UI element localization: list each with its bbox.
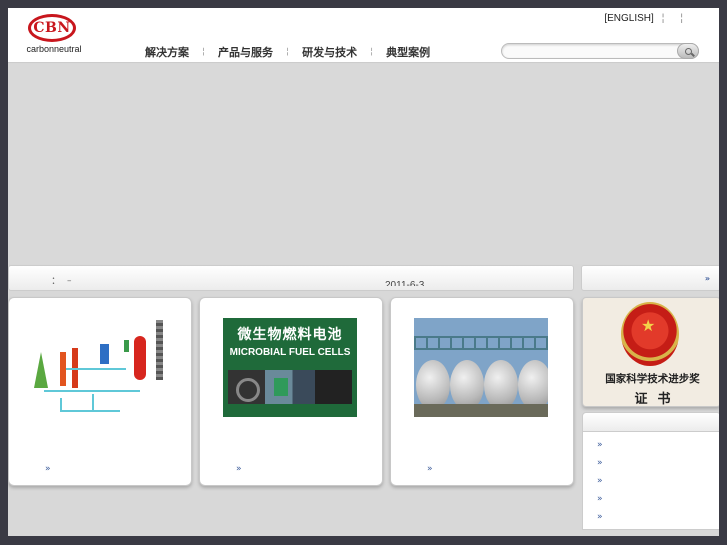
list-item-marker[interactable]: » xyxy=(597,512,603,522)
top-links: [ENGLISH] ¦ ¦ xyxy=(604,13,691,24)
list-item-marker[interactable]: » xyxy=(597,494,603,504)
diagram-pipe xyxy=(92,394,94,410)
side-list: » » » » » xyxy=(582,432,719,530)
tank-railing xyxy=(414,336,548,350)
storage-tank xyxy=(518,360,548,410)
feature-card-1[interactable]: » xyxy=(8,297,192,486)
more-link-2[interactable]: » xyxy=(236,464,242,474)
logo-text: CBN xyxy=(33,20,71,36)
news-date: 2011-6-3 xyxy=(385,280,425,286)
tree-icon xyxy=(34,352,48,388)
top-link-separator: ¦ xyxy=(661,13,665,24)
image-photo-strip xyxy=(228,370,352,404)
diagram-unit xyxy=(100,344,109,364)
nav-item-products-services[interactable]: 产品与服务 xyxy=(205,44,286,60)
search-icon xyxy=(684,47,692,55)
certificate-subtitle: 证书 xyxy=(634,392,681,407)
certificate-title: 国家科学技术进步奖 xyxy=(605,373,700,385)
microbial-fuel-cells-image[interactable]: 微生物燃料电池 MICROBIAL FUEL CELLS xyxy=(223,318,357,417)
feature-card-3[interactable]: » xyxy=(390,297,574,486)
english-link[interactable]: [ENGLISH] xyxy=(604,13,653,24)
process-flow-diagram-image[interactable] xyxy=(32,318,166,417)
diagram-unit xyxy=(124,340,129,352)
more-link-3[interactable]: » xyxy=(427,464,433,474)
side-panel-header: » xyxy=(581,265,719,291)
tank-ground xyxy=(414,404,548,417)
news-item-marker: – xyxy=(67,276,72,286)
image-title-en: MICROBIAL FUEL CELLS xyxy=(229,347,351,358)
feature-card-2[interactable]: 微生物燃料电池 MICROBIAL FUEL CELLS » xyxy=(199,297,383,486)
list-item-marker[interactable]: » xyxy=(597,476,603,486)
news-bar: ： – 2011-6-3 xyxy=(8,265,574,291)
diagram-tank xyxy=(134,336,146,380)
diagram-pipe xyxy=(60,398,62,410)
diagram-pipe xyxy=(44,390,140,392)
side-list-header xyxy=(582,412,719,432)
search-input[interactable] xyxy=(508,49,678,64)
search-box xyxy=(501,43,699,64)
logo[interactable]: CBN carbonneutral xyxy=(24,14,82,54)
double-chevron-icon[interactable]: » xyxy=(705,274,710,283)
top-link-separator: ¦ xyxy=(680,13,683,24)
news-label-colon: ： xyxy=(51,276,61,287)
diagram-pipe xyxy=(60,410,120,412)
list-item-marker[interactable]: » xyxy=(597,458,603,468)
main-nav: 解决方案 ¦ 产品与服务 ¦ 研发与技术 ¦ 典型案例 xyxy=(132,44,443,60)
national-emblem-icon xyxy=(621,302,679,366)
diagram-chimney xyxy=(156,320,163,380)
logo-subtext: carbonneutral xyxy=(26,44,82,54)
storage-tanks-image[interactable] xyxy=(414,318,548,417)
storage-tank xyxy=(416,360,450,410)
more-link-1[interactable]: » xyxy=(45,464,51,474)
search-button[interactable] xyxy=(677,43,699,59)
site-header: CBN carbonneutral [ENGLISH] ¦ ¦ 解决方案 ¦ 产… xyxy=(8,8,719,64)
banner-area xyxy=(8,64,719,264)
nav-item-rnd-technology[interactable]: 研发与技术 xyxy=(289,44,370,60)
nav-item-solutions[interactable]: 解决方案 xyxy=(132,44,202,60)
page: CBN carbonneutral [ENGLISH] ¦ ¦ 解决方案 ¦ 产… xyxy=(8,8,719,536)
storage-tank xyxy=(450,360,484,410)
storage-tank xyxy=(484,360,518,410)
nav-item-case-studies[interactable]: 典型案例 xyxy=(373,44,443,60)
diagram-pipe xyxy=(66,368,126,370)
list-item-marker[interactable]: » xyxy=(597,440,603,450)
image-title-cn: 微生物燃料电池 xyxy=(237,327,343,343)
award-certificate[interactable]: 国家科学技术进步奖 证书 xyxy=(582,297,719,407)
logo-emblem: CBN xyxy=(28,14,76,42)
